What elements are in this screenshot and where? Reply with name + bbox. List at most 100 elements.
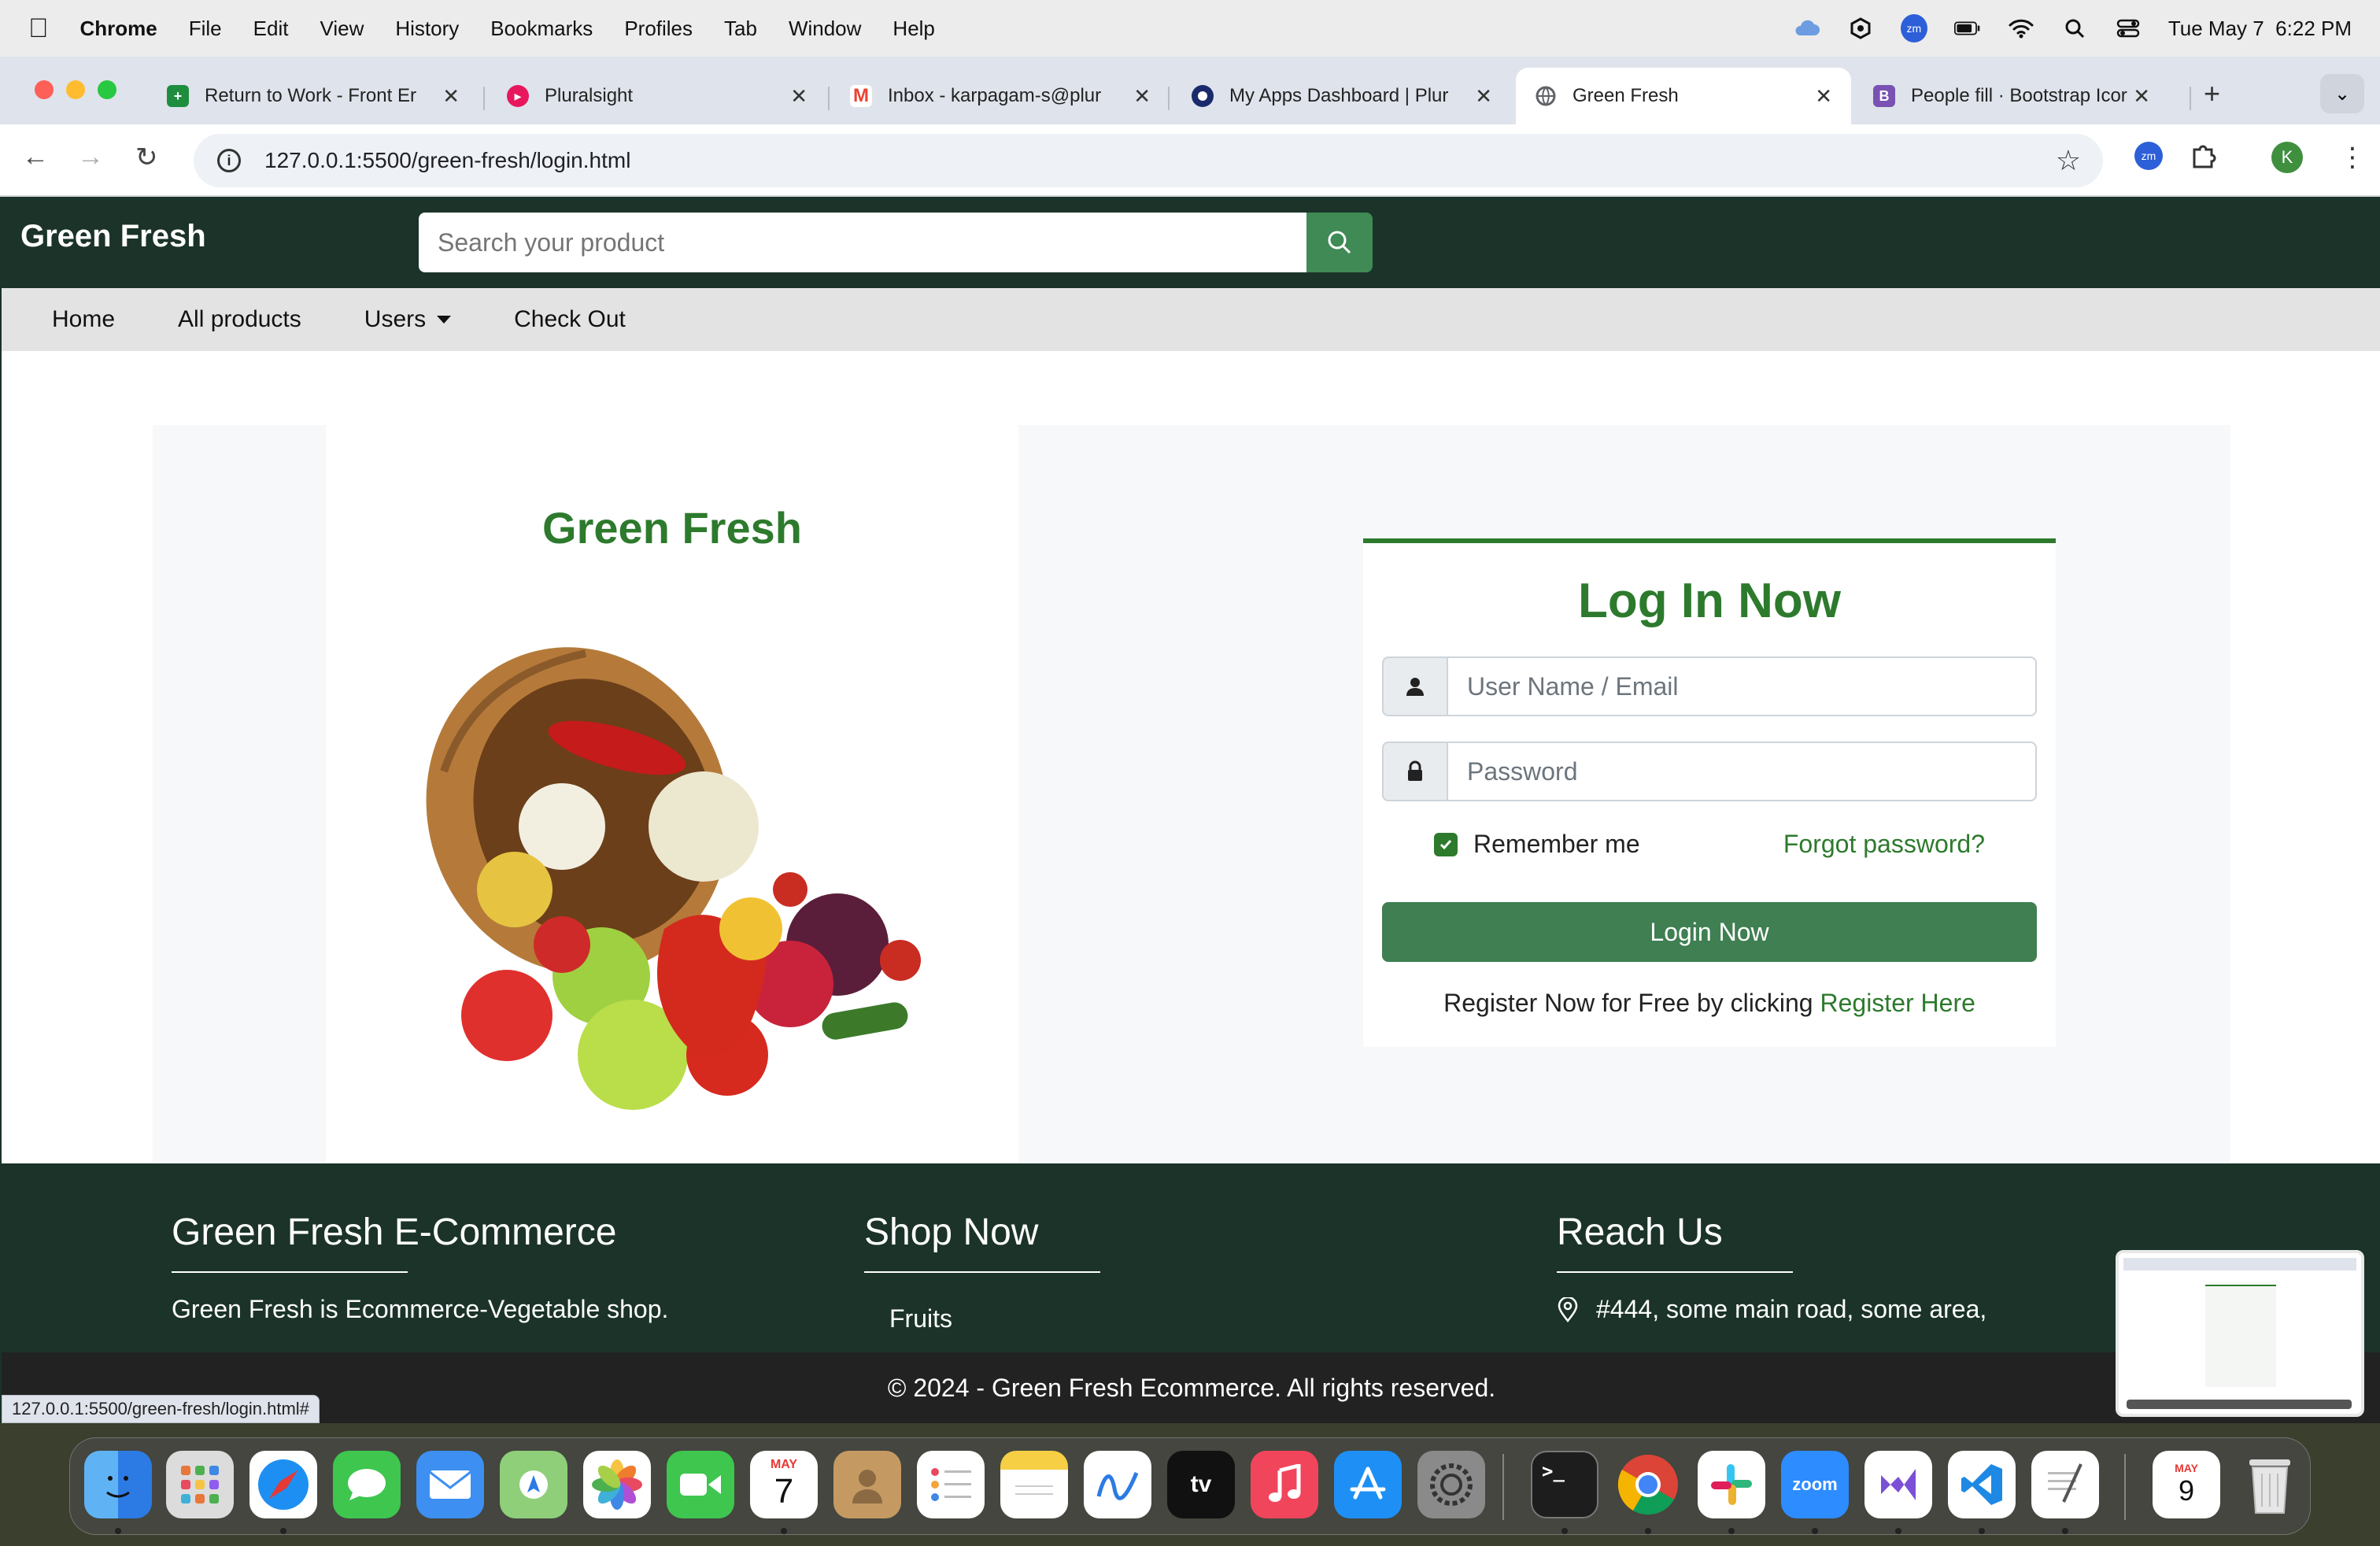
login-now-button[interactable]: Login Now [1382, 902, 2037, 962]
app-store-icon[interactable] [1334, 1451, 1402, 1518]
facetime-icon[interactable] [667, 1451, 734, 1518]
site-brand[interactable]: Green Fresh [20, 219, 206, 254]
close-tab-icon[interactable]: ✕ [1133, 84, 1151, 109]
close-tab-icon[interactable]: ✕ [442, 84, 460, 109]
cloud-sync-icon[interactable] [1794, 17, 1820, 39]
tab-label: Green Fresh [1572, 85, 1679, 106]
finder-icon[interactable] [84, 1451, 152, 1518]
thumbnail-dock [2127, 1400, 2352, 1409]
messages-icon[interactable] [333, 1451, 401, 1518]
zoom-extension-icon[interactable]: zm [2134, 142, 2163, 170]
tab-separator [828, 87, 830, 110]
visual-studio-icon[interactable] [1864, 1451, 1932, 1518]
chrome-menu-kebab-icon[interactable]: ⋮ [2339, 142, 2366, 173]
search-button[interactable] [1306, 213, 1373, 272]
notes-icon[interactable] [1000, 1451, 1068, 1518]
tab-label: Pluralsight [545, 85, 634, 106]
profile-avatar[interactable]: K [2271, 142, 2303, 173]
tab-people-fill-bootstrap[interactable]: B People fill · Bootstrap Icor ✕ [1854, 68, 2169, 124]
system-settings-icon[interactable] [1417, 1451, 1485, 1518]
bookmark-star-icon[interactable]: ☆ [2056, 144, 2081, 177]
close-tab-icon[interactable]: ✕ [1475, 84, 1492, 109]
new-tab-icon[interactable]: + [2204, 77, 2220, 110]
register-here-link[interactable]: Register Here [1820, 989, 1975, 1017]
close-tab-icon[interactable]: ✕ [1815, 84, 1832, 109]
reminders-icon[interactable] [917, 1451, 985, 1518]
contacts-icon[interactable] [833, 1451, 901, 1518]
apple-menu-icon[interactable]:  [28, 13, 49, 44]
zoom-label: zoom [1792, 1474, 1838, 1494]
username-email-input[interactable] [1448, 656, 2037, 716]
menubar-clock[interactable]: Tue May 7 6:22 PM [2168, 17, 2352, 41]
bootstrap-icon: B [1873, 85, 1895, 107]
zoom-app-icon[interactable]: zoom [1781, 1451, 1849, 1518]
screenshot-preview-thumbnail[interactable] [2116, 1250, 2364, 1417]
photos-icon[interactable] [583, 1451, 651, 1518]
menu-tab[interactable]: Tab [724, 17, 757, 41]
textedit-icon[interactable] [2031, 1451, 2099, 1518]
safari-icon[interactable] [249, 1451, 317, 1518]
tab-search-chevron-icon[interactable]: ⌄ [2320, 74, 2364, 113]
close-tab-icon[interactable]: ✕ [2133, 84, 2150, 109]
product-search-input[interactable] [419, 213, 1308, 272]
music-icon[interactable] [1251, 1451, 1318, 1518]
wifi-icon[interactable] [2008, 17, 2034, 39]
address-bar[interactable]: i 127.0.0.1:5500/green-fresh/login.html … [194, 134, 2103, 187]
tab-inbox[interactable]: M Inbox - karpagam-s@plur ✕ [831, 68, 1170, 124]
mail-icon[interactable] [416, 1451, 484, 1518]
hero-panel: Green Fresh [326, 425, 1018, 1162]
freeform-icon[interactable] [1084, 1451, 1151, 1518]
chrome-icon[interactable] [1614, 1451, 1682, 1518]
footer-link-fruits[interactable]: Fruits [864, 1304, 1100, 1333]
calendar-icon[interactable]: MAY 7 [750, 1451, 818, 1518]
extensions-puzzle-icon[interactable] [2190, 142, 2218, 174]
nav-users-dropdown[interactable]: Users [364, 306, 452, 333]
site-info-icon[interactable]: i [217, 149, 241, 172]
maps-icon[interactable] [500, 1451, 567, 1518]
calendar-stack-icon[interactable]: MAY 9 [2153, 1451, 2220, 1518]
nav-home[interactable]: Home [52, 306, 115, 333]
menu-bookmarks[interactable]: Bookmarks [490, 17, 593, 41]
tab-return-to-work[interactable]: + Return to Work - Front Er ✕ [148, 68, 479, 124]
launchpad-icon[interactable] [166, 1451, 234, 1518]
spotlight-search-icon[interactable] [2061, 17, 2088, 39]
tab-pluralsight[interactable]: ▸ Pluralsight ✕ [488, 68, 826, 124]
calendar-day: 7 [774, 1472, 794, 1511]
zoom-menubar-icon[interactable]: zm [1900, 14, 1927, 43]
zoom-window-button[interactable] [98, 80, 116, 99]
battery-icon[interactable] [1953, 17, 1981, 39]
menu-window[interactable]: Window [789, 17, 861, 41]
trash-icon[interactable] [2236, 1451, 2304, 1518]
tab-my-apps-dashboard[interactable]: My Apps Dashboard | Plur ✕ [1173, 68, 1511, 124]
menu-history[interactable]: History [395, 17, 459, 41]
checkbox-checked-icon[interactable] [1434, 832, 1458, 856]
url-text[interactable]: 127.0.0.1:5500/green-fresh/login.html [264, 148, 630, 173]
menu-edit[interactable]: Edit [253, 17, 289, 41]
slack-icon[interactable] [1698, 1451, 1765, 1518]
person-fill-icon [1382, 656, 1448, 716]
close-tab-icon[interactable]: ✕ [790, 84, 808, 109]
footer-divider [864, 1271, 1100, 1273]
close-window-button[interactable] [35, 80, 54, 99]
forgot-password-link[interactable]: Forgot password? [1783, 830, 1985, 859]
minimize-window-button[interactable] [66, 80, 85, 99]
terminal-icon[interactable]: >_ [1531, 1451, 1598, 1518]
back-arrow-icon[interactable]: ← [22, 142, 49, 172]
forward-arrow-icon[interactable]: → [77, 142, 104, 172]
vscode-icon[interactable] [1948, 1451, 2016, 1518]
password-input[interactable] [1448, 742, 2037, 801]
menu-file[interactable]: File [189, 17, 222, 41]
apple-tv-icon[interactable]: tv [1167, 1451, 1235, 1518]
reload-icon[interactable]: ↻ [135, 142, 158, 173]
menu-app-name[interactable]: Chrome [80, 17, 157, 41]
control-center-icon[interactable] [2115, 17, 2142, 39]
remember-me-checkbox[interactable]: Remember me [1434, 830, 1640, 859]
terminal-prompt-icon: >_ [1542, 1460, 1565, 1482]
menu-profiles[interactable]: Profiles [624, 17, 693, 41]
nav-all-products[interactable]: All products [178, 306, 301, 333]
menu-view[interactable]: View [320, 17, 364, 41]
nav-check-out[interactable]: Check Out [514, 306, 626, 333]
menu-help[interactable]: Help [893, 17, 934, 41]
security-shield-icon[interactable] [1847, 17, 1874, 39]
tab-green-fresh[interactable]: Green Fresh ✕ [1516, 68, 1851, 124]
